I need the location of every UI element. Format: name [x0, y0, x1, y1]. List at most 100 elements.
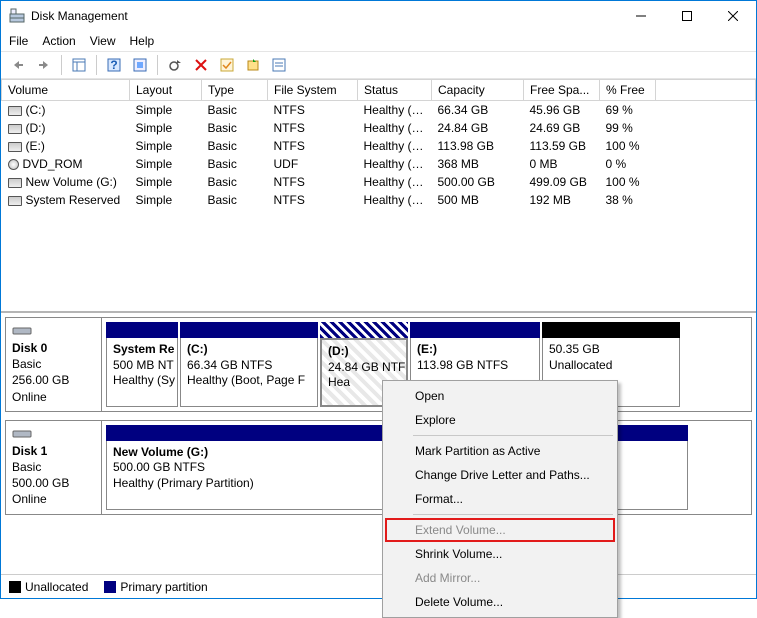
- col-volume[interactable]: Volume: [2, 80, 130, 101]
- action-icon[interactable]: [242, 54, 264, 76]
- window-title: Disk Management: [31, 9, 618, 23]
- disk-info[interactable]: Disk 1Basic500.00 GBOnline: [6, 421, 102, 514]
- table-row[interactable]: New Volume (G:)SimpleBasicNTFSHealthy (P…: [2, 173, 756, 191]
- menu-action[interactable]: Action: [42, 34, 75, 48]
- cell-filesystem: NTFS: [268, 191, 358, 209]
- partition-status: Healthy (Sy: [113, 373, 171, 389]
- menu-file[interactable]: File: [9, 34, 28, 48]
- titlebar: Disk Management: [1, 1, 756, 31]
- drive-icon: [8, 142, 22, 152]
- minimize-button[interactable]: [618, 1, 664, 31]
- cell-layout: Simple: [130, 173, 202, 191]
- menu-item[interactable]: Open: [385, 384, 615, 408]
- partition-bar: [320, 322, 408, 338]
- partition-label: (D:): [328, 344, 400, 360]
- column-headers[interactable]: Volume Layout Type File System Status Ca…: [2, 80, 756, 101]
- disk-management-window: Disk Management File Action View Help ? …: [0, 0, 757, 599]
- refresh-icon[interactable]: [164, 54, 186, 76]
- disk-type: Basic: [12, 356, 95, 372]
- volume-table[interactable]: Volume Layout Type File System Status Ca…: [1, 79, 756, 313]
- cell-layout: Simple: [130, 191, 202, 209]
- disk-row: Disk 1Basic500.00 GBOnlineNew Volume (G:…: [5, 420, 752, 515]
- cell-free: 192 MB: [524, 191, 600, 209]
- settings-icon[interactable]: [129, 54, 151, 76]
- partition[interactable]: (C:)66.34 GB NTFSHealthy (Boot, Page F: [180, 322, 318, 407]
- col-free-space[interactable]: Free Spa...: [524, 80, 600, 101]
- volume-name: System Reserved: [26, 193, 121, 207]
- cell-pct: 100 %: [600, 173, 656, 191]
- menu-item: Add Mirror...: [385, 566, 615, 590]
- col-filesystem[interactable]: File System: [268, 80, 358, 101]
- maximize-button[interactable]: [664, 1, 710, 31]
- menu-help[interactable]: Help: [130, 34, 155, 48]
- table-row[interactable]: (C:)SimpleBasicNTFSHealthy (B...66.34 GB…: [2, 101, 756, 120]
- partition-status: Unallocated: [549, 358, 673, 374]
- col-layout[interactable]: Layout: [130, 80, 202, 101]
- disk-row: Disk 0Basic256.00 GBOnlineSystem Re500 M…: [5, 317, 752, 412]
- cell-type: Basic: [202, 101, 268, 120]
- menu-item[interactable]: Shrink Volume...: [385, 542, 615, 566]
- table-row[interactable]: (D:)SimpleBasicNTFSHealthy (P...24.84 GB…: [2, 119, 756, 137]
- cell-pct: 99 %: [600, 119, 656, 137]
- legend: Unallocated Primary partition: [1, 574, 756, 598]
- partition-size: 113.98 GB NTFS: [417, 358, 533, 374]
- col-status[interactable]: Status: [358, 80, 432, 101]
- volume-name: DVD_ROM: [23, 157, 83, 171]
- forward-button[interactable]: [33, 54, 55, 76]
- menu-item[interactable]: Delete Volume...: [385, 590, 615, 614]
- menu-item[interactable]: Mark Partition as Active: [385, 439, 615, 463]
- menu-item: Extend Volume...: [385, 518, 615, 542]
- cell-capacity: 500 MB: [432, 191, 524, 209]
- disk-scroll[interactable]: Disk 0Basic256.00 GBOnlineSystem Re500 M…: [1, 313, 756, 574]
- menu-separator: [413, 435, 613, 436]
- col-percent-free[interactable]: % Free: [600, 80, 656, 101]
- cell-layout: Simple: [130, 137, 202, 155]
- cell-filesystem: NTFS: [268, 101, 358, 120]
- partition-label: (C:): [187, 342, 311, 358]
- disk-size: 256.00 GB: [12, 372, 95, 388]
- cell-status: Healthy (P...: [358, 155, 432, 173]
- disk-size: 500.00 GB: [12, 475, 95, 491]
- menu-item[interactable]: Change Drive Letter and Paths...: [385, 463, 615, 487]
- col-capacity[interactable]: Capacity: [432, 80, 524, 101]
- help-icon[interactable]: ?: [103, 54, 125, 76]
- check-icon[interactable]: [216, 54, 238, 76]
- list-icon[interactable]: [268, 54, 290, 76]
- menu-item[interactable]: Format...: [385, 487, 615, 511]
- close-button[interactable]: [710, 1, 756, 31]
- partition[interactable]: System Re500 MB NTHealthy (Sy: [106, 322, 178, 407]
- volume-name: (C:): [26, 103, 46, 117]
- svg-text:?: ?: [110, 58, 117, 72]
- cell-status: Healthy (P...: [358, 137, 432, 155]
- cell-free: 0 MB: [524, 155, 600, 173]
- cell-pct: 69 %: [600, 101, 656, 120]
- cell-status: Healthy (P...: [358, 173, 432, 191]
- drive-icon: [8, 124, 22, 134]
- table-row[interactable]: DVD_ROMSimpleBasicUDFHealthy (P...368 MB…: [2, 155, 756, 173]
- disk-name: Disk 1: [12, 443, 95, 459]
- cell-status: Healthy (B...: [358, 101, 432, 120]
- disk-name: Disk 0: [12, 340, 95, 356]
- menu-view[interactable]: View: [90, 34, 116, 48]
- cell-layout: Simple: [130, 155, 202, 173]
- table-row[interactable]: System ReservedSimpleBasicNTFSHealthy (S…: [2, 191, 756, 209]
- show-hide-tree-icon[interactable]: [68, 54, 90, 76]
- partition-bar: [410, 322, 540, 338]
- partition-body: System Re500 MB NTHealthy (Sy: [106, 338, 178, 407]
- menu-item[interactable]: Explore: [385, 408, 615, 432]
- disk-info[interactable]: Disk 0Basic256.00 GBOnline: [6, 318, 102, 411]
- cell-capacity: 24.84 GB: [432, 119, 524, 137]
- cell-type: Basic: [202, 191, 268, 209]
- col-type[interactable]: Type: [202, 80, 268, 101]
- menubar: File Action View Help: [1, 31, 756, 51]
- cell-filesystem: NTFS: [268, 137, 358, 155]
- back-button[interactable]: [7, 54, 29, 76]
- disk-state: Online: [12, 389, 95, 405]
- table-row[interactable]: (E:)SimpleBasicNTFSHealthy (P...113.98 G…: [2, 137, 756, 155]
- cell-free: 499.09 GB: [524, 173, 600, 191]
- cell-capacity: 500.00 GB: [432, 173, 524, 191]
- delete-icon[interactable]: [190, 54, 212, 76]
- partition-label: System Re: [113, 342, 171, 358]
- context-menu: OpenExplore Mark Partition as ActiveChang…: [382, 380, 618, 618]
- cell-layout: Simple: [130, 119, 202, 137]
